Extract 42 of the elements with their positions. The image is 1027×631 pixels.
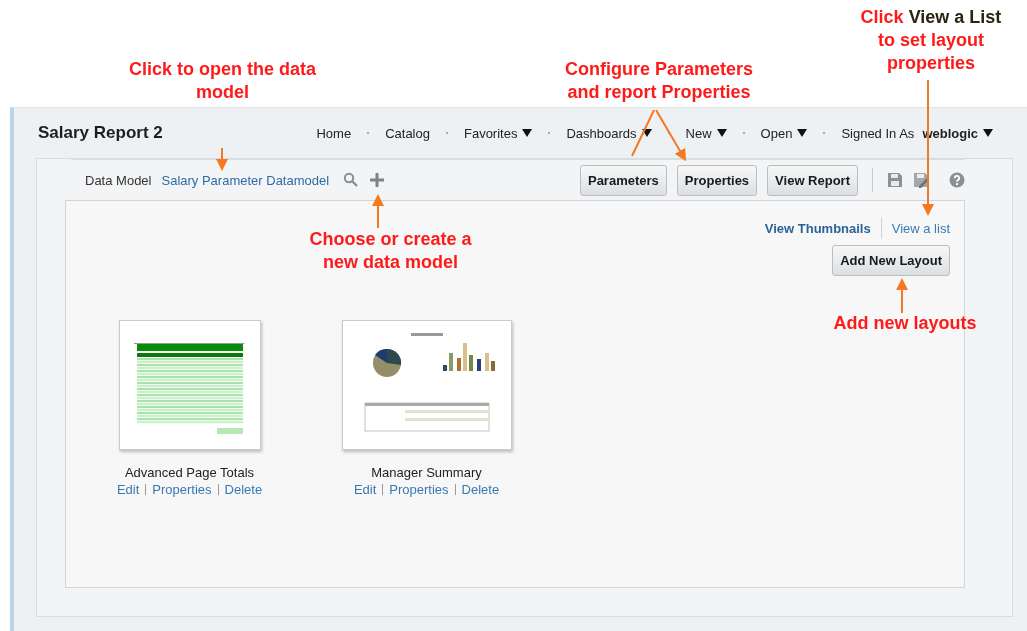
annotation-text: Add new layouts [832,312,978,335]
nav-link[interactable]: Catalog [385,125,430,141]
nav-link[interactable]: Favorites [463,125,533,141]
layout-name: Advanced Page Totals [124,465,255,480]
data-model-label: Data Model [85,172,152,188]
data-model-link[interactable]: Salary Parameter Datamodel [161,172,330,188]
annotation-arrow [896,278,908,314]
caret-icon [641,129,652,137]
caret-icon [522,129,533,137]
annotation-arrow [216,147,228,171]
annotation-arrow [372,194,384,229]
search-icon[interactable] [343,172,360,188]
layout-action-link[interactable]: Properties [389,482,449,497]
save-as-icon[interactable] [913,172,929,188]
layout-action-link[interactable]: Delete [224,482,263,497]
signed-in-label: Signed In As [841,125,915,141]
add-layout-button[interactable]: Add New Layout [832,245,950,276]
caret-icon [797,129,808,137]
save-icon[interactable] [887,172,903,188]
view-toggle-link[interactable]: View a list [891,220,950,236]
view-toggle-link[interactable]: View Thumbnails [764,220,871,236]
layout-name: Manager Summary [371,465,482,480]
caret-icon [983,129,993,137]
annotation-text: Choose or create a new data model [308,228,473,274]
nav-link[interactable]: Home [316,125,352,141]
nav-link[interactable]: Open [760,125,808,141]
layout-action-link[interactable]: Properties [152,482,212,497]
add-icon[interactable] [369,172,386,188]
layout-action-link[interactable]: Edit [353,482,377,497]
report-title: Salary Report 2 [38,123,163,143]
nav-link[interactable]: Dashboards [566,125,652,141]
layout-action-link[interactable]: Edit [116,482,140,497]
annotation-text: Configure Parameters and report Properties [563,58,755,104]
nav-link[interactable]: New [685,125,727,141]
help-icon[interactable] [949,172,965,188]
toolbar-button[interactable]: View Report [767,164,858,196]
toolbar-button[interactable]: Properties [676,164,758,196]
toolbar-button[interactable]: Parameters [579,164,667,196]
caret-icon [716,129,727,137]
annotation-text: Click View a List to set layout properties [859,6,1003,75]
layout-action-link[interactable]: Delete [461,482,500,497]
annotation-text: Click to open the data model [128,58,317,104]
